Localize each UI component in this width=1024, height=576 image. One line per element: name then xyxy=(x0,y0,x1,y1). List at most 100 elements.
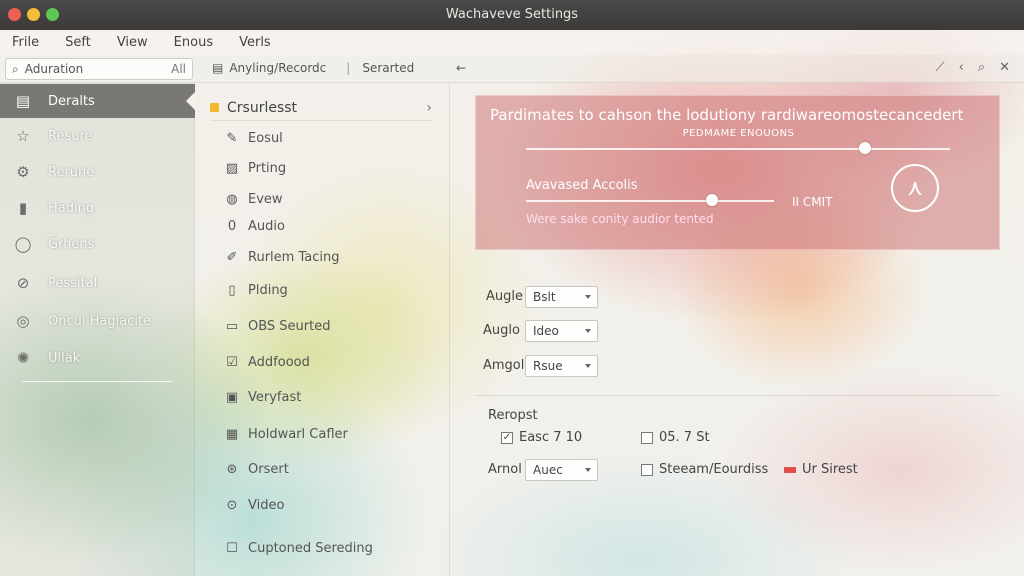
bottom-slider-track[interactable] xyxy=(526,200,774,202)
field-label: Augle xyxy=(486,289,523,304)
option-checkbox-3[interactable]: Steeam/Eourdiss xyxy=(641,462,768,477)
close-window-button[interactable] xyxy=(8,8,21,21)
clipboard-icon: ▮ xyxy=(18,199,28,217)
menu-file[interactable]: Frile xyxy=(12,35,39,50)
minimize-window-button[interactable] xyxy=(27,8,40,21)
list-item-label: Veryfast xyxy=(248,389,302,405)
edit-icon: ☑ xyxy=(226,354,238,370)
folder-icon xyxy=(210,103,219,112)
list-item-label: Plding xyxy=(248,282,288,298)
list-item-label: Eosul xyxy=(248,130,283,146)
list-header-label: Crsurlesst xyxy=(227,99,298,116)
title-bar: Wachaveve Settings xyxy=(0,0,1024,30)
checkbox-unchecked xyxy=(641,463,653,476)
sidebar-item-label: Grhens xyxy=(48,236,95,252)
list-item[interactable]: ▨ Prting xyxy=(224,158,286,178)
checkbox-label: Steeam/Eourdiss xyxy=(659,462,769,477)
list-item-label: Orsert xyxy=(248,461,289,477)
list-item[interactable]: ✐ Rurlem Tacing xyxy=(224,247,340,267)
sidebar-item-label: Oncul Hagiacite xyxy=(48,313,152,329)
arrow-left-icon: ← xyxy=(456,61,467,75)
status-flag[interactable]: Ur Sirest xyxy=(784,462,858,477)
list-item-label: OBS Seurted xyxy=(248,318,331,334)
obs-icon: ▭ xyxy=(225,318,239,334)
audio-select[interactable]: Ideo xyxy=(525,320,598,342)
section-divider xyxy=(475,395,999,396)
amgol-select[interactable]: Rsue xyxy=(525,355,598,377)
advanced-settings-card: Pardimates to cahson the lodutiony rardi… xyxy=(475,95,1000,250)
list-item[interactable]: ⊙ Video xyxy=(224,495,285,515)
sidebar-item-hading[interactable]: ▮ Hading xyxy=(0,191,195,225)
sidebar-item-grhens[interactable]: ◯ Grhens xyxy=(0,227,195,261)
chevron-right-icon: › xyxy=(426,99,432,116)
search-icon: ⌕ xyxy=(12,61,19,76)
top-slider-handle[interactable] xyxy=(859,142,872,154)
list-item[interactable]: ✎ Eosul xyxy=(224,128,283,148)
badge-icon: ⊛ xyxy=(226,461,238,477)
sidebar-item-rerune[interactable]: ⚙ Rerune xyxy=(0,155,195,189)
section-heading: Reropst xyxy=(488,408,538,423)
sidebar-item-oncul-hagiacite[interactable]: ◎ Oncul Hagiacite xyxy=(0,304,195,338)
list-item[interactable]: ▯ Plding xyxy=(224,280,288,300)
field-label: Auglo xyxy=(483,323,520,338)
sidebar-item-defaults[interactable]: ▤ Deralts xyxy=(0,84,196,118)
search-input[interactable]: ⌕ Aduration All xyxy=(5,58,193,80)
slider-label: Avavased Accolis xyxy=(526,178,638,193)
list-item-label: Holdwarl Cafler xyxy=(248,426,348,442)
square-icon: ☐ xyxy=(226,540,238,556)
sidebar-item-pessital[interactable]: ⊘ Pessital xyxy=(0,266,195,300)
menu-bar: Frile Seft View Enous Verls xyxy=(0,30,1024,55)
flag-label: Ur Sirest xyxy=(802,462,858,477)
image-icon: ▨ xyxy=(225,160,239,176)
close-icon[interactable]: ✕ xyxy=(999,60,1010,75)
pin-icon[interactable]: ⟋ xyxy=(936,60,945,75)
apply-button[interactable]: ⋏ xyxy=(891,164,939,212)
checkbox-checked: ✓ xyxy=(501,431,513,444)
list-item[interactable]: 0 Audio xyxy=(224,216,285,236)
list-item[interactable]: ☑ Addfoood xyxy=(224,352,310,372)
back-button[interactable]: ← xyxy=(456,61,466,75)
search-tool-icon[interactable]: ⌕ xyxy=(978,60,985,75)
menu-edit[interactable]: Seft xyxy=(65,35,91,50)
sidebar-item-ullak[interactable]: ✺ Ullak xyxy=(0,341,195,375)
arrow-up-icon: ⋏ xyxy=(906,175,924,201)
collapse-icon[interactable]: ‹ xyxy=(959,60,964,75)
maximize-window-button[interactable] xyxy=(46,8,59,21)
list-item-label: Rurlem Tacing xyxy=(248,249,340,265)
tag-icon: ▯ xyxy=(228,282,236,298)
mic-icon: 0 xyxy=(227,218,237,234)
menu-verls[interactable]: Verls xyxy=(239,35,271,50)
sidebar-item-resure[interactable]: ☆ Resure xyxy=(0,119,195,153)
list-item-label: Cuptoned Sereding xyxy=(248,540,373,556)
list-item-label: Audio xyxy=(248,218,285,234)
option-checkbox-1[interactable]: ✓ Easc 7 10 xyxy=(501,430,582,445)
menu-enous[interactable]: Enous xyxy=(174,35,213,50)
list-item[interactable]: ⊛ Orsert xyxy=(224,459,289,479)
sidebar-item-label: Hading xyxy=(48,200,95,216)
layers-icon: ▣ xyxy=(225,389,239,405)
list-item[interactable]: ▦ Holdwarl Cafler xyxy=(224,424,348,444)
video-icon: ⊙ xyxy=(226,497,238,513)
menu-view[interactable]: View xyxy=(117,35,148,50)
list-header[interactable]: Crsurlesst › xyxy=(210,95,432,121)
checkbox-label: 05. 7 St xyxy=(659,430,710,445)
bottom-slider-handle[interactable] xyxy=(706,194,718,206)
list-item[interactable]: ☐ Cuptoned Sereding xyxy=(224,538,373,558)
top-slider-track[interactable] xyxy=(526,148,950,150)
search-value: Aduration xyxy=(24,62,84,76)
list-item[interactable]: ▭ OBS Seurted xyxy=(224,316,331,336)
search-scope[interactable]: All xyxy=(171,62,186,76)
list-item[interactable]: ◍ Evew xyxy=(224,189,282,209)
breadcrumb-recording[interactable]: Anyling/Recordc xyxy=(229,61,326,75)
toolbar-actions: ⟋ ‹ ⌕ ✕ xyxy=(936,60,1011,75)
list-item[interactable]: ▣ Veryfast xyxy=(224,387,302,407)
circle-icon: ◯ xyxy=(14,235,32,253)
select-value: Auec xyxy=(533,463,563,477)
sidebar-item-label: Pessital xyxy=(48,275,98,291)
card-subtitle: PEDMAME ENOUONS xyxy=(682,128,795,139)
option-checkbox-2[interactable]: 05. 7 St xyxy=(641,430,710,445)
breadcrumb-started[interactable]: Serarted xyxy=(362,61,414,75)
angle-select[interactable]: Bslt xyxy=(525,286,598,308)
arnol-select[interactable]: Auec xyxy=(525,459,598,481)
document-icon: ▤ xyxy=(212,61,224,75)
